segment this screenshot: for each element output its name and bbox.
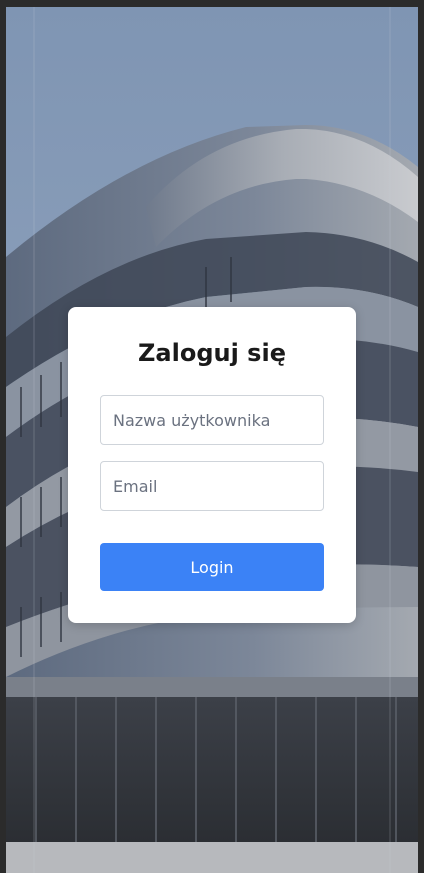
email-input[interactable] — [100, 461, 324, 511]
app-frame: Zaloguj się Login — [0, 0, 424, 873]
login-card: Zaloguj się Login — [68, 307, 356, 623]
login-title: Zaloguj się — [138, 339, 286, 367]
login-button[interactable]: Login — [100, 543, 324, 591]
page-viewport: Zaloguj się Login — [6, 7, 418, 873]
username-input[interactable] — [100, 395, 324, 445]
